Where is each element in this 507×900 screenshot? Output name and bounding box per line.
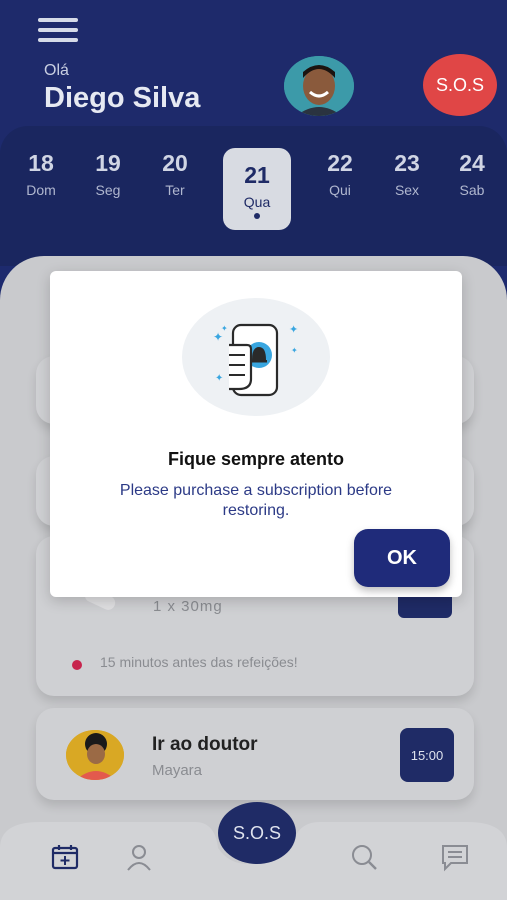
svg-text:✦: ✦ [221, 324, 228, 333]
ok-button[interactable]: OK [354, 529, 450, 587]
subscription-dialog: ✦ ✦ ✦ ✦ ✦ Fique sempre atento Please pur… [50, 271, 462, 597]
notification-bell-illustration-icon: ✦ ✦ ✦ ✦ ✦ [182, 298, 330, 416]
svg-text:✦: ✦ [291, 346, 298, 355]
dialog-message: Please purchase a subscription before re… [119, 482, 393, 519]
svg-text:✦: ✦ [215, 373, 223, 384]
svg-text:✦: ✦ [289, 323, 298, 336]
dialog-title: Fique sempre atento [167, 449, 345, 469]
